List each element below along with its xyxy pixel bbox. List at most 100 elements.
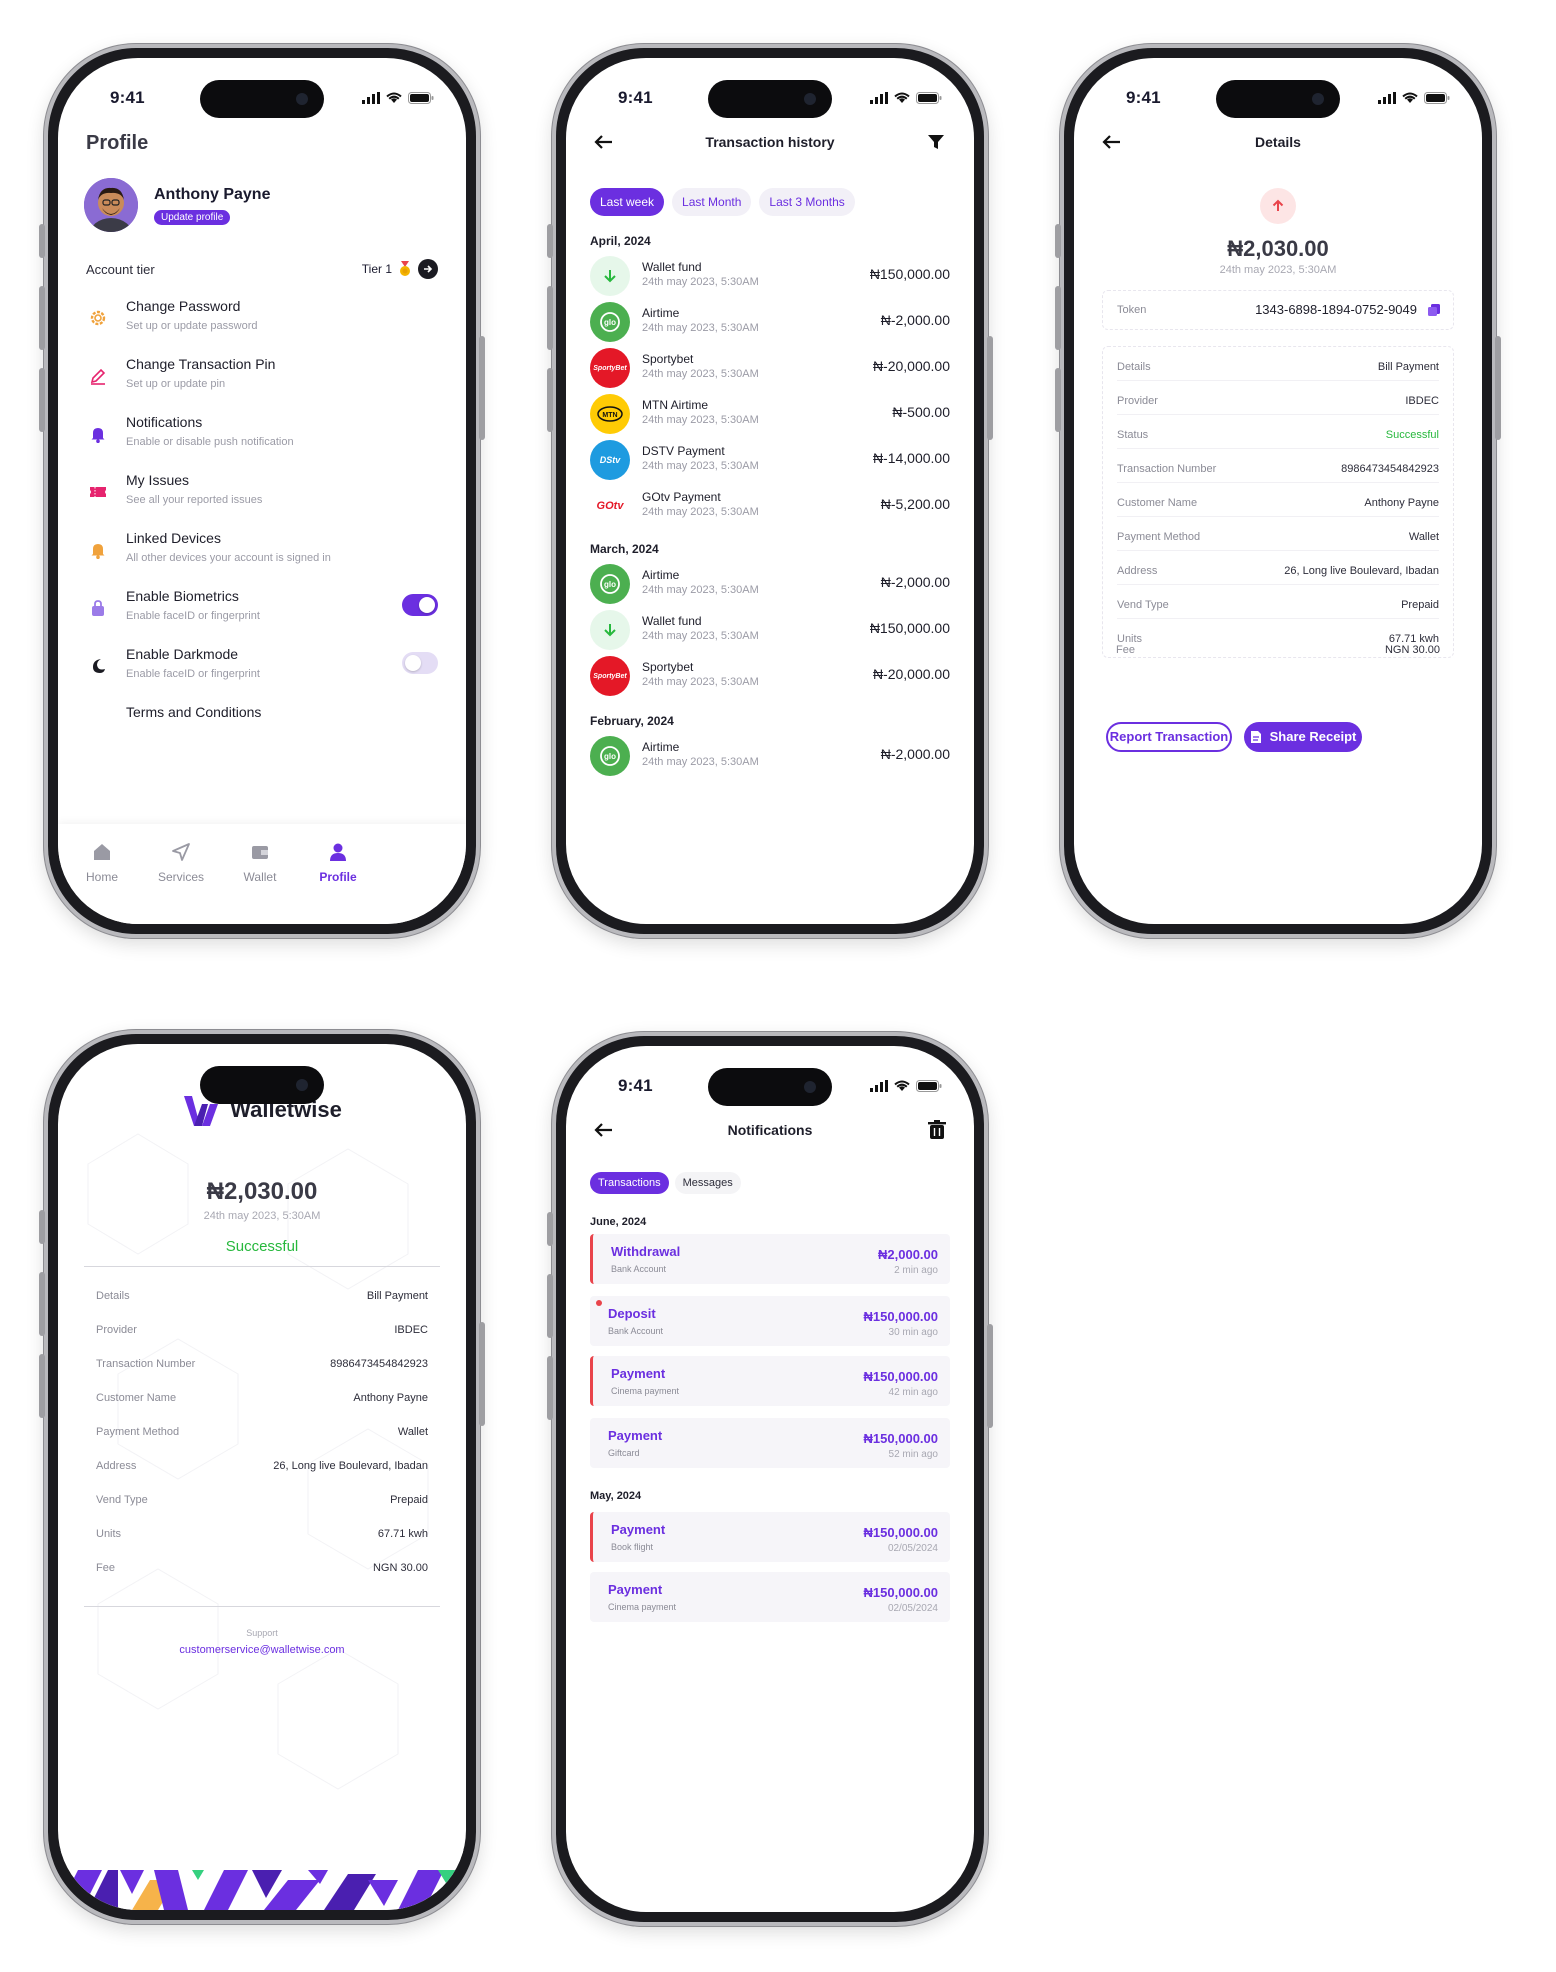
tab-label: Wallet — [243, 870, 277, 884]
tab-services[interactable]: Services — [141, 840, 221, 884]
transaction-row[interactable]: SportyBet Sportybet 24th may 2023, 5:30A… — [590, 654, 950, 698]
detail-row: Transaction Number 8986473454842923 — [1117, 453, 1439, 483]
transaction-row[interactable]: Wallet fund 24th may 2023, 5:30AM ₦150,0… — [590, 254, 950, 298]
filter-last-week[interactable]: Last week — [590, 188, 665, 216]
month-header: February, 2024 — [590, 714, 674, 728]
transaction-row[interactable]: MTN MTN Airtime 24th may 2023, 5:30AM ₦-… — [590, 392, 950, 436]
update-profile-button[interactable]: Update profile — [154, 210, 231, 225]
dstv-logo: DStv — [590, 440, 630, 480]
receipt-status: Successful — [225, 1238, 299, 1255]
notification-card[interactable]: Payment Giftcard ₦150,000.00 52 min ago — [590, 1418, 950, 1468]
profile-name: Anthony Payne — [154, 186, 271, 203]
arrow-right-icon[interactable] — [418, 259, 438, 279]
bottom-tab-bar: Home Services Wallet Profile — [58, 824, 466, 924]
account-tier-label: Account tier — [86, 261, 155, 277]
transaction-row[interactable]: DStv DSTV Payment 24th may 2023, 5:30AM … — [590, 438, 950, 482]
detail-value: NGN 30.00 — [1384, 644, 1440, 656]
menu-notifications[interactable]: Notifications Enable or disable push not… — [86, 414, 438, 464]
battery-icon — [408, 92, 434, 104]
transaction-row[interactable]: glo Airtime 24th may 2023, 5:30AM ₦-2,00… — [590, 300, 950, 344]
menu-enable-darkmode[interactable]: Enable Darkmode Enable faceID or fingerp… — [86, 646, 438, 696]
lock-icon — [86, 596, 110, 620]
filter-last-3-months[interactable]: Last 3 Months — [759, 188, 855, 216]
notification-amount: ₦150,000.00 — [863, 1525, 938, 1540]
transaction-amount: ₦150,000.00 — [869, 266, 950, 282]
support-email-link[interactable]: customerservice@walletwise.com — [58, 1644, 466, 1656]
month-header: June, 2024 — [590, 1216, 647, 1228]
receipt-amount: ₦2,030.00 — [206, 1178, 318, 1205]
notification-card[interactable]: Payment Book flight ₦150,000.00 02/05/20… — [590, 1512, 950, 1562]
notification-subtitle: Bank Account — [608, 1326, 664, 1336]
tab-label: Home — [85, 870, 118, 884]
menu-change-password[interactable]: Change Password Set up or update passwor… — [86, 298, 438, 348]
transaction-amount: ₦-14,000.00 — [872, 450, 950, 466]
tab-messages[interactable]: Messages — [674, 1172, 741, 1194]
menu-linked-devices[interactable]: Linked Devices All other devices your ac… — [86, 530, 438, 580]
profile-screen: 9:41 Profile Anthony Payne Update profil… — [58, 58, 466, 924]
transaction-row[interactable]: GOtv GOtv Payment 24th may 2023, 5:30AM … — [590, 484, 950, 528]
detail-label: Details — [96, 1290, 130, 1302]
notification-time: 02/05/2024 — [887, 1543, 938, 1554]
share-receipt-button[interactable]: Share Receipt — [1244, 722, 1362, 752]
copy-icon[interactable] — [1427, 303, 1441, 322]
detail-row: Provider IBDEC — [96, 1314, 428, 1344]
moon-icon — [86, 654, 110, 678]
transaction-date: 24th may 2023, 5:30AM — [642, 460, 759, 472]
menu-subtitle: Enable faceID or fingerprint — [126, 668, 260, 680]
transaction-row[interactable]: SportyBet Sportybet 24th may 2023, 5:30A… — [590, 346, 950, 390]
notification-card[interactable]: Payment Cinema payment ₦150,000.00 42 mi… — [590, 1356, 950, 1406]
detail-row: Payment Method Wallet — [1117, 521, 1439, 551]
detail-label: Customer Name — [1117, 497, 1198, 509]
transaction-row[interactable]: Wallet fund 24th may 2023, 5:30AM ₦150,0… — [590, 608, 950, 652]
details-screen: 9:41 Details ₦2,030.00 24th may 2023, 5:… — [1074, 58, 1482, 924]
transaction-row[interactable]: glo Airtime 24th may 2023, 5:30AM ₦-2,00… — [590, 734, 950, 778]
avatar[interactable] — [84, 178, 138, 232]
detail-value: Prepaid — [390, 1494, 428, 1506]
transaction-row[interactable]: glo Airtime 24th may 2023, 5:30AM ₦-2,00… — [590, 562, 950, 606]
menu-title: Enable Darkmode — [126, 646, 239, 662]
notification-title: Payment — [608, 1582, 663, 1597]
dynamic-island — [708, 1068, 832, 1106]
trash-icon[interactable] — [928, 1120, 946, 1145]
tab-wallet[interactable]: Wallet — [220, 840, 300, 884]
filter-last-month[interactable]: Last Month — [672, 188, 752, 216]
menu-change-pin[interactable]: Change Transaction Pin Set up or update … — [86, 356, 438, 406]
menu-my-issues[interactable]: My Issues See all your reported issues — [86, 472, 438, 522]
transaction-date: 24th may 2023, 5:30AM — [642, 506, 759, 518]
transaction-name: Airtime — [642, 568, 680, 582]
menu-terms[interactable]: Terms and Conditions — [86, 704, 438, 754]
header: Transaction history — [590, 130, 950, 158]
transaction-name: Airtime — [642, 306, 680, 320]
status-value: Successful — [1385, 429, 1439, 441]
menu-subtitle: Set up or update pin — [126, 378, 226, 390]
detail-row: Fee NGN 30.00 — [1116, 634, 1440, 664]
notification-card[interactable]: Withdrawal Bank Account ₦2,000.00 2 min … — [590, 1234, 950, 1284]
darkmode-toggle[interactable] — [402, 652, 438, 674]
notification-subtitle: Bank Account — [611, 1264, 667, 1274]
report-transaction-button[interactable]: Report Transaction — [1106, 722, 1232, 752]
biometrics-toggle[interactable] — [402, 594, 438, 616]
notification-title: Payment — [611, 1366, 666, 1381]
detail-value: Bill Payment — [366, 1290, 428, 1302]
tab-profile[interactable]: Profile — [298, 840, 378, 884]
menu-enable-biometrics[interactable]: Enable Biometrics Enable faceID or finge… — [86, 588, 438, 638]
detail-label: Units — [96, 1528, 122, 1540]
tab-transactions[interactable]: Transactions — [590, 1172, 669, 1194]
tab-home[interactable]: Home — [62, 840, 142, 884]
transaction-amount: ₦-2,000.00 — [880, 574, 950, 590]
transaction-amount: ₦2,030.00 — [1227, 236, 1329, 261]
detail-row: Customer Name Anthony Payne — [96, 1382, 428, 1412]
detail-label: Vend Type — [1117, 599, 1169, 611]
filter-icon[interactable] — [926, 132, 946, 157]
page-title: Transaction history — [705, 134, 835, 150]
transaction-amount: ₦-20,000.00 — [872, 358, 950, 374]
notification-card[interactable]: Payment Cinema payment ₦150,000.00 02/05… — [590, 1572, 950, 1622]
detail-value: 8986473454842923 — [1341, 463, 1439, 475]
detail-row: Address 26, Long live Boulevard, Ibadan — [1117, 555, 1439, 585]
detail-row: Fee NGN 30.00 — [96, 1552, 428, 1582]
notification-subtitle: Book flight — [611, 1542, 654, 1552]
mtn-logo: MTN — [590, 394, 630, 434]
notification-card[interactable]: Deposit Bank Account ₦150,000.00 30 min … — [590, 1296, 950, 1346]
header: Details — [1098, 130, 1458, 158]
account-tier-row[interactable]: Account tier Tier 1 — [86, 258, 438, 280]
